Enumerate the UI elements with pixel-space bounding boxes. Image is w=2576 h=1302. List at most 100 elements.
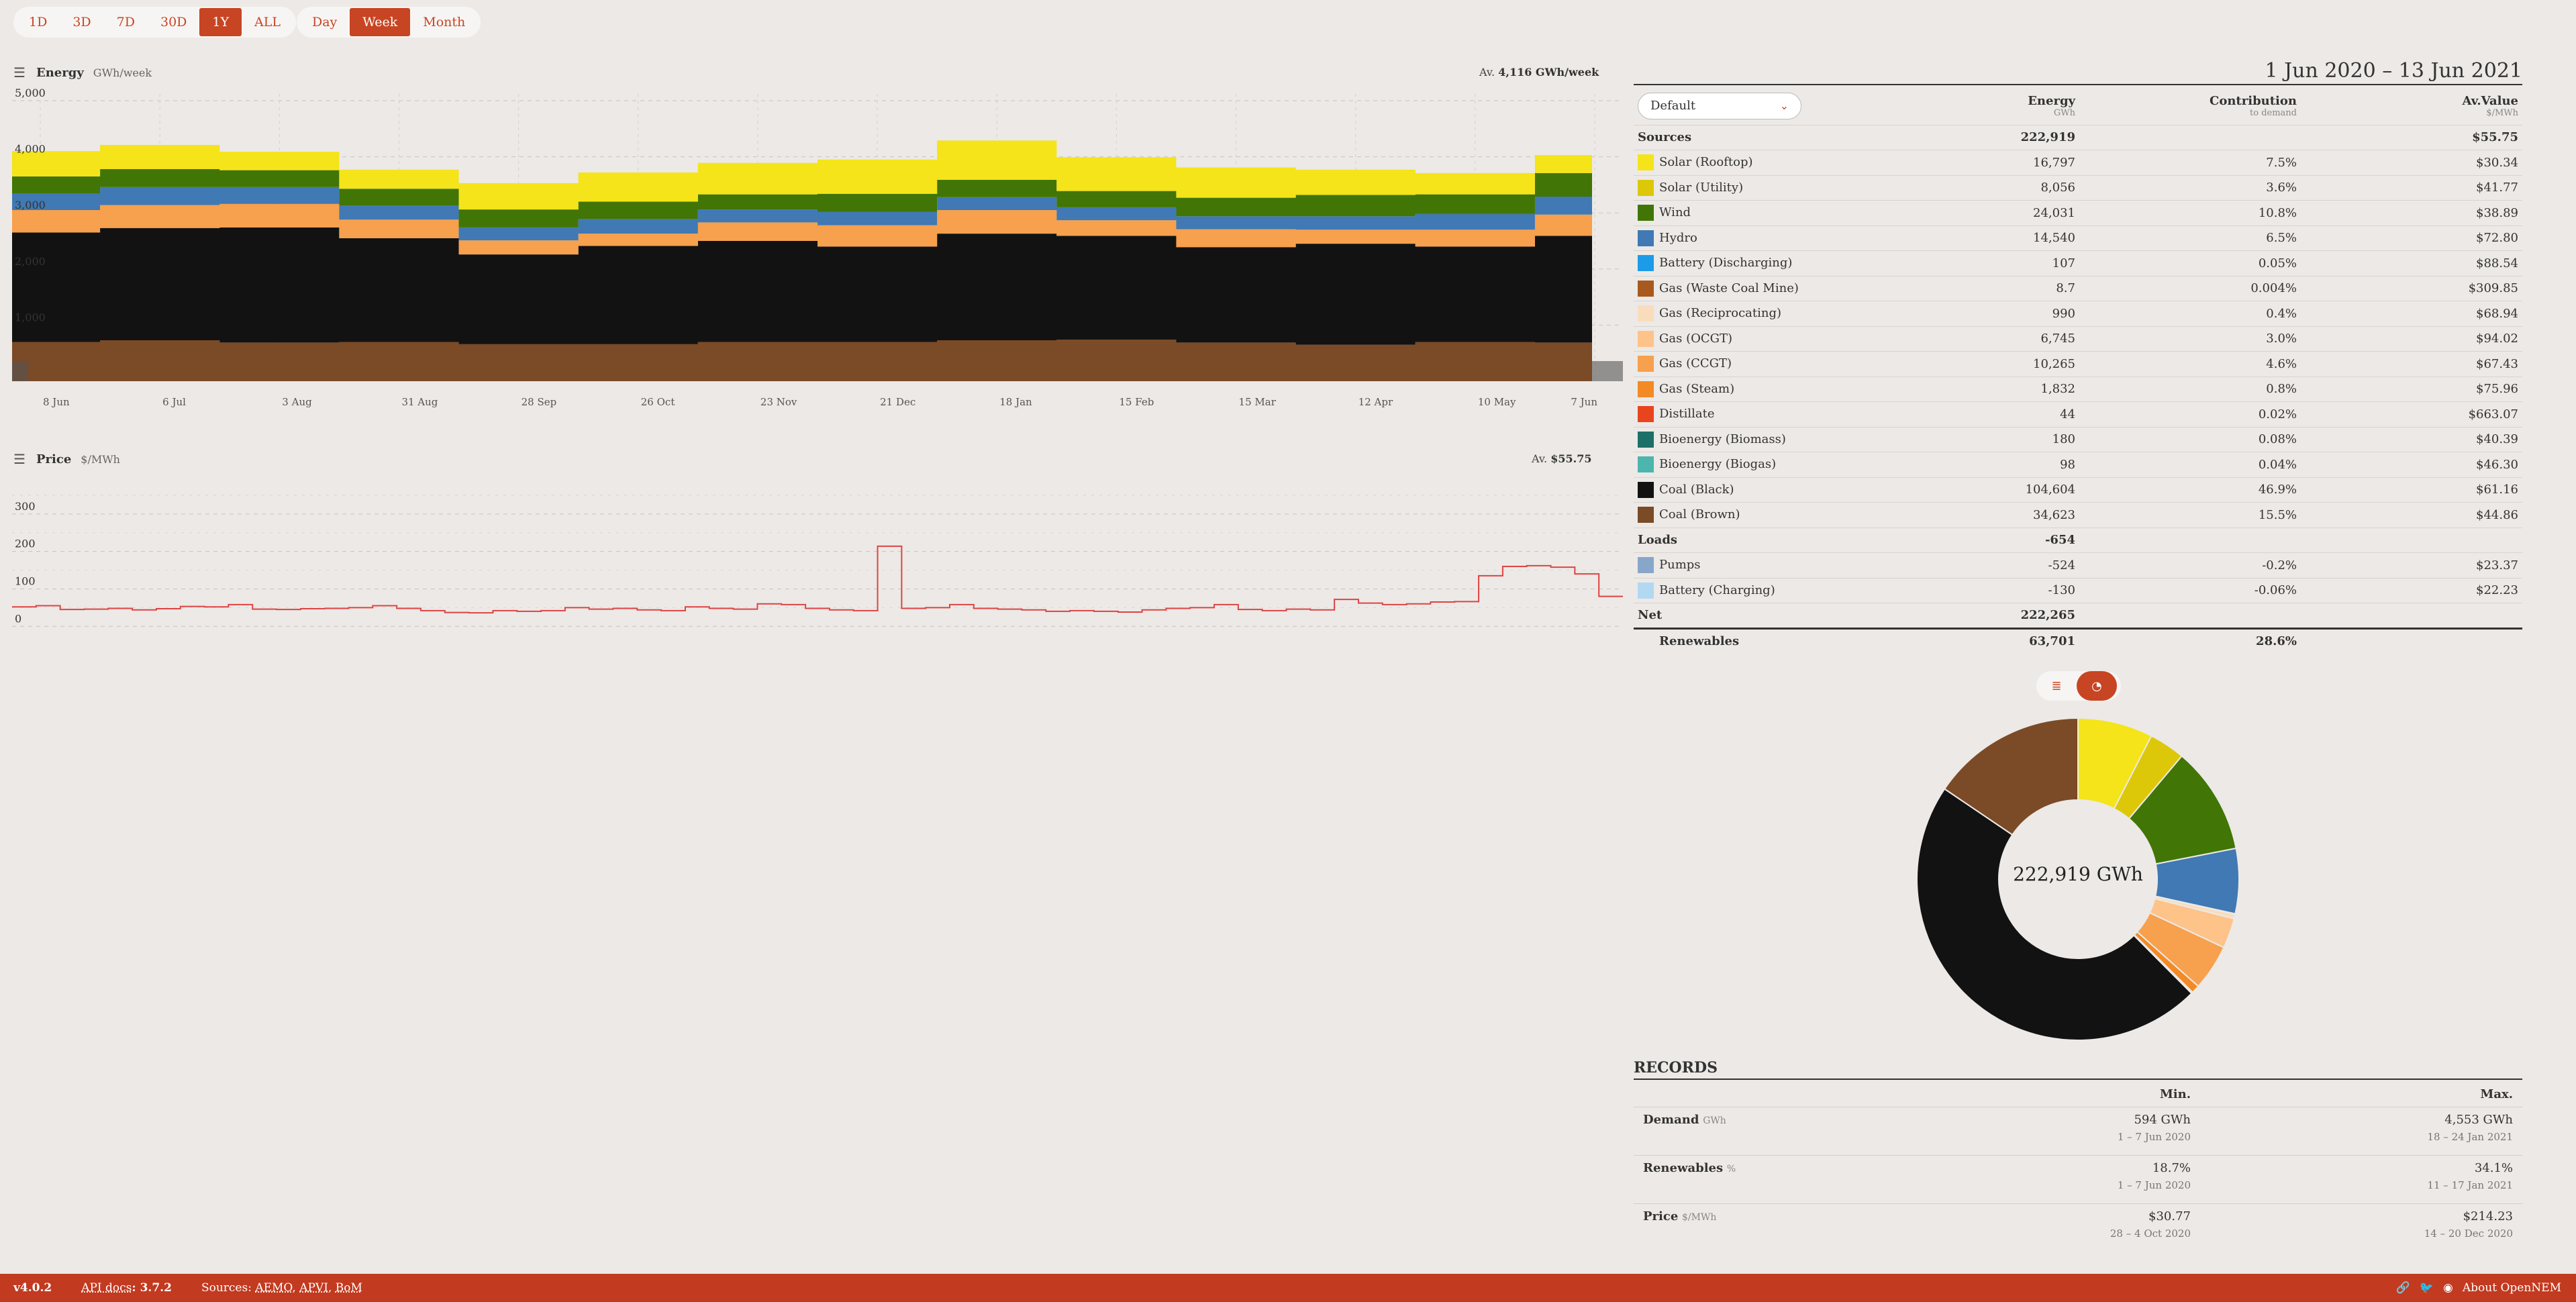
sources-group-row[interactable]: Sources 222,919 $55.75 [1634,125,2522,150]
sources-contribution: 0.4% [2079,301,2301,327]
date-range: 1 Jun 2020 – 13 Jun 2021 [2265,59,2522,83]
range-3d-button[interactable]: 3D [60,8,103,36]
sources-row[interactable]: Coal (Brown) 34,623 15.5% $44.86 [1634,502,2522,528]
range-1d-button[interactable]: 1D [16,8,60,36]
sources-row[interactable]: Gas (Steam) 1,832 0.8% $75.96 [1634,377,2522,402]
energy-average: Av. 4,116 GWh/week [1479,66,1599,79]
range-selector: 1D 3D 7D 30D 1Y ALL [13,7,297,38]
range-1y-button[interactable]: 1Y [199,8,242,36]
color-swatch [1638,406,1654,423]
sources-energy: 8.7 [1983,276,2079,301]
sources-name: Wind [1659,205,1691,220]
energy-series-coal-black- [12,227,1592,345]
twitter-icon[interactable]: 🐦 [2420,1281,2434,1295]
range-7d-button[interactable]: 7D [104,8,148,36]
loads-row[interactable]: Battery (Charging) -130 -0.06% $22.23 [1634,578,2522,603]
sources-row[interactable]: Distillate 44 0.02% $663.07 [1634,401,2522,428]
range-all-button[interactable]: ALL [242,8,293,36]
loads-group-row[interactable]: Loads -654 [1634,528,2522,553]
sources-row[interactable]: Bioenergy (Biogas) 98 0.04% $46.30 [1634,452,2522,478]
energy-chart[interactable]: 5,000 4,000 3,000 2,000 1,000 8 Jun 6 Jul 3 Au… [0,81,1624,430]
sources-row[interactable]: Solar (Rooftop) 16,797 7.5% $30.34 [1634,150,2522,176]
col-avvalue-header: Av.Value $/MWh [2301,87,2522,126]
energy-x-tick: 15 Feb [1119,396,1154,408]
link-icon[interactable]: 🔗 [2396,1281,2410,1295]
interval-week-button[interactable]: Week [350,8,411,36]
energy-x-tick: 23 Nov [760,396,797,408]
sources-contribution: 46.9% [2079,477,2301,503]
sources-contribution: 10.8% [2079,200,2301,226]
range-30d-button[interactable]: 30D [148,8,199,36]
source-apvi-link[interactable]: APVI [299,1281,328,1295]
sources-av-value: $40.39 [2301,427,2522,452]
sources-row[interactable]: Gas (Waste Coal Mine) 8.7 0.004% $309.85 [1634,276,2522,301]
summary-table: Default ⌄ Energy GWh Contribution to demand… [1634,87,2522,654]
donut-chart-icon[interactable]: ◔ [2077,671,2117,701]
sources-energy: 16,797 [1983,150,2079,176]
sources-energy: 8,056 [1983,175,2079,201]
menu-icon[interactable]: ☰ [13,451,26,467]
sources-row[interactable]: Hydro 14,540 6.5% $72.80 [1634,226,2522,251]
energy-x-tick: 18 Jan [999,396,1032,408]
source-aemo-link[interactable]: AEMO [255,1281,292,1295]
bar-chart-icon[interactable]: ≣ [2036,671,2077,701]
about-link[interactable]: About OpenNEM [2463,1281,2561,1295]
sources-name: Gas (Steam) [1659,381,1735,396]
energy-chart-header: ☰ Energy GWh/week [13,64,152,81]
data-sources: Sources: AEMO, APVI, BoM [201,1281,362,1295]
net-label: Net [1634,603,1983,629]
record-max-date: 11 – 17 Jan 2021 [2427,1179,2513,1191]
api-docs-link[interactable]: API docs [81,1281,132,1295]
loads-av-value: $23.37 [2301,552,2522,579]
record-label: Renewables [1643,1161,1724,1175]
source-bom-link[interactable]: BoM [336,1281,362,1295]
sources-row[interactable]: Bioenergy (Biomass) 180 0.08% $40.39 [1634,427,2522,452]
sources-row[interactable]: Gas (OCGT) 6,745 3.0% $94.02 [1634,326,2522,352]
sources-energy: 222,919 [1983,125,2079,150]
interval-day-button[interactable]: Day [299,8,350,36]
sources-av-value: $30.34 [2301,150,2522,176]
records-title: RECORDS [1634,1059,1718,1076]
sources-name: Bioenergy (Biogas) [1659,457,1777,472]
donut-chart[interactable]: 222,919 GWh [1903,711,2252,1047]
sources-av-value: $41.77 [2301,175,2522,201]
record-min: $30.77 [2148,1209,2191,1223]
sources-row[interactable]: Solar (Utility) 8,056 3.6% $41.77 [1634,175,2522,201]
sources-energy: 107 [1983,250,2079,277]
sources-energy: 990 [1983,301,2079,327]
energy-x-tick: 8 Jun [43,396,70,408]
sources-row[interactable]: Coal (Black) 104,604 46.9% $61.16 [1634,477,2522,503]
sources-contribution: 0.05% [2079,250,2301,277]
sources-row[interactable]: Battery (Discharging) 107 0.05% $88.54 [1634,250,2522,277]
loads-contribution: -0.2% [2079,552,2301,579]
loads-name: Pumps [1659,558,1701,572]
record-max: 4,553 GWh [2444,1113,2513,1127]
price-series-line [12,545,1623,614]
price-average: Av. $55.75 [1532,452,1592,465]
sources-av-value: $663.07 [2301,401,2522,428]
sources-av-value: $88.54 [2301,250,2522,277]
color-swatch [1638,205,1654,221]
sources-energy: 104,604 [1983,477,2079,503]
loads-row[interactable]: Pumps -524 -0.2% $23.37 [1634,552,2522,579]
menu-icon[interactable]: ☰ [13,64,26,81]
sources-contribution: 7.5% [2079,150,2301,176]
record-max-date: 14 – 20 Dec 2020 [2424,1228,2513,1240]
github-icon[interactable]: ◉ [2443,1281,2453,1295]
energy-x-tick: 6 Jul [162,396,186,408]
price-chart-title: Price [36,452,72,466]
price-y-tick: 100 [15,574,36,587]
renewables-row: Renewables 63,701 28.6% [1634,627,2522,654]
energy-x-tick: 10 May [1478,396,1516,408]
color-swatch [1638,330,1654,347]
color-swatch [1638,507,1654,523]
loads-name: Battery (Charging) [1659,583,1775,597]
price-chart[interactable]: 300 200 100 0 [0,470,1624,644]
sources-row[interactable]: Gas (Reciprocating) 990 0.4% $68.94 [1634,301,2522,327]
energy-x-tick: 21 Dec [880,396,915,408]
sources-av-value: $44.86 [2301,502,2522,528]
sources-row[interactable]: Gas (CCGT) 10,265 4.6% $67.43 [1634,351,2522,377]
grouping-dropdown[interactable]: Default ⌄ [1638,92,1801,119]
sources-row[interactable]: Wind 24,031 10.8% $38.89 [1634,200,2522,226]
interval-month-button[interactable]: Month [410,8,478,36]
